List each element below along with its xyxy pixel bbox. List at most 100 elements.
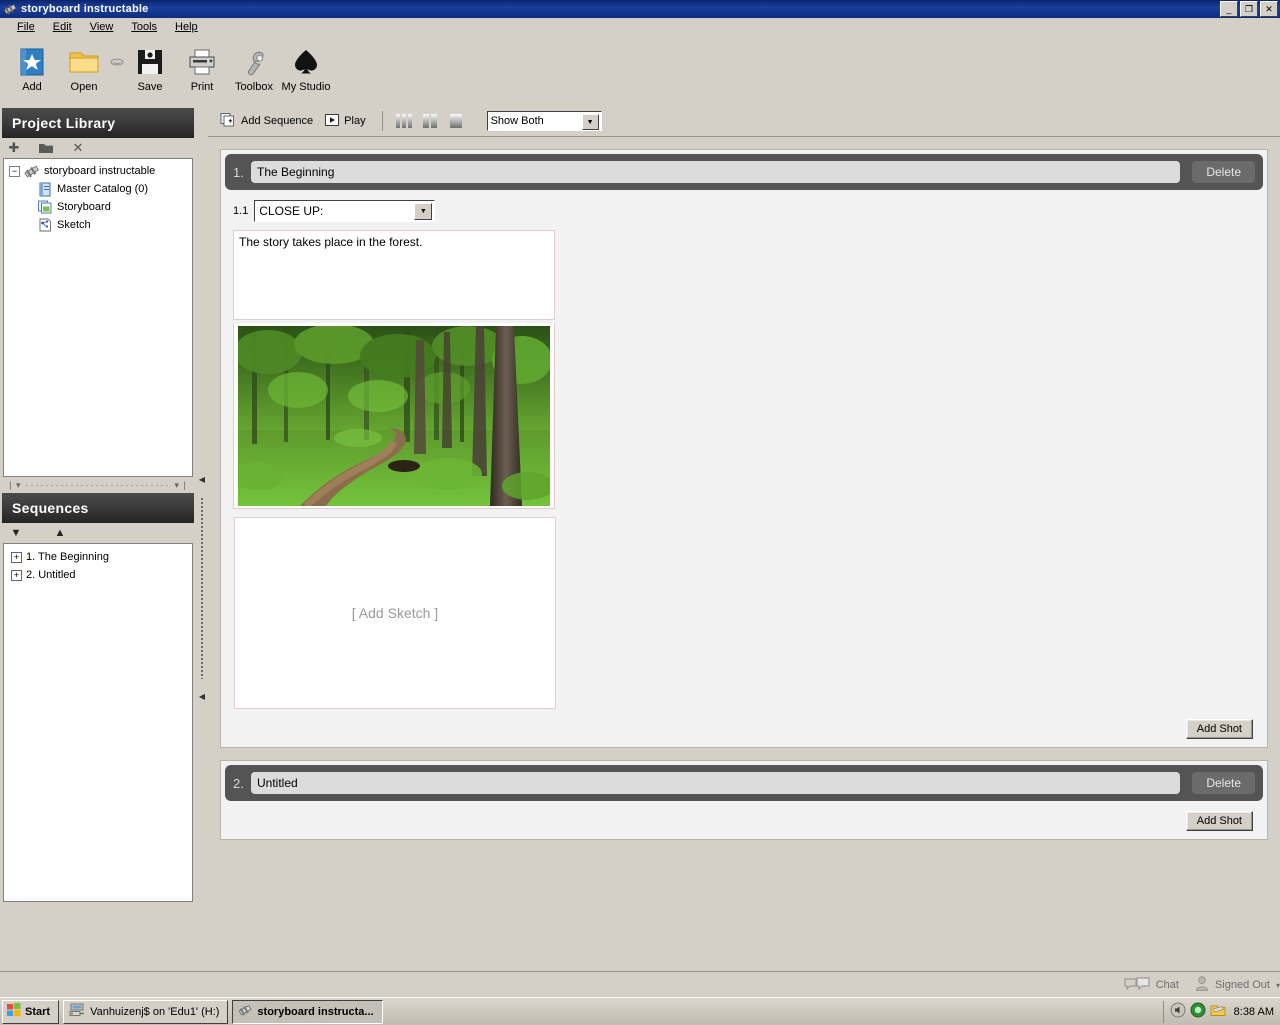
menu-view[interactable]: View — [81, 19, 123, 35]
shot-1-1-sketch-placeholder[interactable]: [ Add Sketch ] — [234, 517, 556, 709]
add-item-icon[interactable]: ✚ — [6, 140, 22, 156]
play-label: Play — [344, 115, 366, 127]
menu-tools[interactable]: Tools — [122, 19, 166, 35]
project-icon — [24, 163, 40, 179]
tree-row-project[interactable]: − storyboard instructable — [7, 162, 192, 180]
move-down-icon[interactable]: ▼ — [8, 525, 24, 541]
sequence-1-add-shot-button[interactable]: Add Shot — [1185, 719, 1253, 739]
toolbar-open-label: Open — [70, 81, 98, 93]
menu-file-label: File — [17, 21, 35, 33]
sequence-stage: 1. Delete 1.1 CLOSE UP: ▼ — [208, 137, 1280, 971]
shot-1-1-number: 1.1 — [233, 205, 249, 217]
sequences-toolbar: ▼ ▲ — [0, 523, 196, 543]
menu-edit[interactable]: Edit — [44, 19, 81, 35]
sequence-2-expander[interactable]: + — [11, 569, 22, 581]
sequence-card-1: 1. Delete 1.1 CLOSE UP: ▼ — [220, 149, 1268, 748]
sequence-2-delete-button[interactable]: Delete — [1192, 772, 1255, 794]
forest-photo — [238, 325, 550, 506]
shot-1-1-type-select[interactable]: CLOSE UP: ▼ — [254, 200, 436, 222]
window-controls: _ ❐ ✕ — [1220, 1, 1278, 17]
app-icon — [3, 2, 17, 16]
shot-1-1-photo-frame[interactable] — [233, 323, 555, 509]
chevron-down-icon[interactable]: ▼ — [414, 203, 433, 220]
toolbar-toolbox-label: Toolbox — [235, 81, 273, 93]
yellow-folder-icon[interactable] — [1210, 1002, 1226, 1021]
toolbar-print-button[interactable]: Print — [176, 41, 228, 93]
sequence-2-add-shot-button[interactable]: Add Shot — [1185, 811, 1253, 831]
menu-file[interactable]: File — [8, 19, 44, 35]
two-column-layout-button[interactable] — [417, 111, 443, 131]
tree-row-master-catalog[interactable]: Master Catalog (0) — [7, 180, 192, 198]
splitter-collapse-bottom-icon[interactable]: ◀ — [199, 693, 205, 701]
tree-row-storyboard[interactable]: Storyboard — [7, 198, 192, 216]
taskbar-item-network-drive[interactable]: Vanhuizenj$ on 'Edu1' (H:) — [63, 999, 229, 1024]
toolbar-save-button[interactable]: Save — [124, 41, 176, 93]
delete-item-icon[interactable]: ✕ — [70, 140, 86, 156]
green-shield-icon[interactable] — [1190, 1002, 1206, 1021]
view-mode-select[interactable]: Show Both ▼ — [486, 111, 602, 131]
sequence-1-delete-button[interactable]: Delete — [1192, 161, 1255, 183]
taskbar-item-storyboard[interactable]: storyboard instructa... — [232, 999, 383, 1024]
window-titlebar: storyboard instructable _ ❐ ✕ — [0, 0, 1280, 18]
splitter-collapse-top-icon[interactable]: ◀ — [199, 476, 205, 484]
volume-icon[interactable] — [1170, 1002, 1186, 1021]
chat-label[interactable]: Chat — [1156, 979, 1179, 991]
toolbar-add-label: Add — [22, 81, 42, 93]
tree-row-sketch[interactable]: Sketch — [7, 216, 192, 234]
toolbar-toolbox-button[interactable]: Toolbox — [228, 41, 280, 93]
view-mode-value: Show Both — [490, 115, 544, 127]
storyboard-content: Add Sequence Play Show Both ▼ 1. The Beg… — [208, 106, 1280, 971]
chat-icon[interactable] — [1124, 976, 1150, 994]
taskbar-item-network-drive-label: Vanhuizenj$ on 'Edu1' (H:) — [90, 1005, 220, 1018]
splitter-left-handle[interactable]: | ▾ — [9, 480, 21, 491]
wrench-icon — [239, 45, 269, 79]
window-title: storyboard instructable — [21, 3, 149, 15]
toolbar-add-button[interactable]: Add — [6, 41, 58, 93]
menu-edit-label: Edit — [52, 21, 72, 33]
play-button[interactable]: Play — [321, 111, 373, 132]
move-up-icon[interactable]: ▲ — [52, 525, 68, 541]
one-column-layout-button[interactable] — [443, 111, 469, 131]
menu-help-label: Help — [175, 21, 198, 33]
toolbar-print-label: Print — [190, 81, 214, 93]
sequence-1-title-input[interactable] — [251, 161, 1181, 183]
toolbar-ellipse-separator — [110, 41, 124, 79]
project-tree[interactable]: − storyboard instructable Master Catalog… — [3, 158, 193, 477]
sequences-list[interactable]: + 1. The Beginning + 2. Untitled — [3, 543, 193, 902]
toolbar-my-studio-button[interactable]: My Studio — [280, 41, 332, 93]
add-star-icon — [18, 45, 46, 79]
three-column-layout-button[interactable] — [391, 111, 417, 131]
horizontal-splitter[interactable]: | ▾ ····························· ▾ | — [3, 479, 193, 491]
toolbar-open-button[interactable]: Open — [58, 41, 110, 93]
project-library-toolbar: ✚ ✕ — [0, 138, 196, 158]
sequence-1-expander[interactable]: + — [11, 551, 22, 563]
catalog-icon — [37, 181, 53, 197]
new-folder-icon[interactable] — [38, 140, 54, 156]
menu-help[interactable]: Help — [166, 19, 207, 35]
project-expander[interactable]: − — [9, 165, 20, 177]
signed-out-label[interactable]: Signed Out — [1215, 979, 1270, 991]
menubar: File Edit View Tools Help — [0, 18, 1280, 37]
shot-1-1-description[interactable] — [233, 230, 555, 320]
shot-1-1-row: 1.1 CLOSE UP: ▼ — [221, 194, 1267, 222]
signin-caret-icon[interactable]: ▾ — [1276, 981, 1280, 990]
menu-tools-label: Tools — [131, 21, 158, 33]
start-button[interactable]: Start — [2, 999, 60, 1024]
floppy-disk-icon — [136, 45, 164, 79]
sequence-card-2: 2. Delete Add Shot — [220, 760, 1268, 840]
minimize-button[interactable]: _ — [1220, 1, 1238, 17]
close-button[interactable]: ✕ — [1260, 1, 1278, 17]
menu-view-label: View — [89, 21, 114, 33]
chevron-down-icon[interactable]: ▼ — [581, 114, 599, 130]
sequence-2-number: 2. — [233, 775, 244, 791]
workspace: Project Library ✚ ✕ − storyboard instruc… — [0, 106, 1280, 971]
restore-button[interactable]: ❐ — [1240, 1, 1258, 17]
sequence-list-item-1[interactable]: + 1. The Beginning — [7, 548, 192, 566]
splitter-right-handle[interactable]: ▾ | — [174, 480, 186, 491]
sequence-list-item-2[interactable]: + 2. Untitled — [7, 566, 192, 584]
shot-1-1-type-value: CLOSE UP: — [259, 204, 324, 218]
add-sequence-button[interactable]: Add Sequence — [216, 110, 321, 133]
vertical-splitter[interactable]: ◀ ◀ — [196, 106, 208, 971]
sequence-2-title-input[interactable] — [251, 772, 1181, 794]
tree-label-master-catalog: Master Catalog (0) — [57, 183, 149, 195]
